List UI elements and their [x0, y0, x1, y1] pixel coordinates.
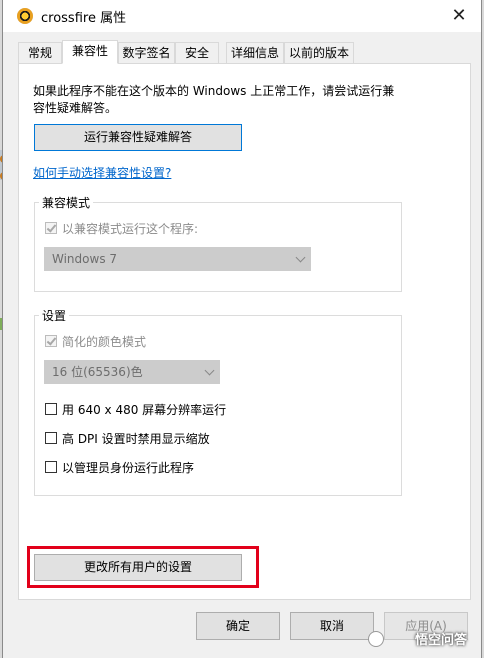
disable-dpi-scaling-checkbox[interactable] — [45, 432, 57, 444]
cancel-button[interactable]: 取消 — [290, 612, 374, 640]
compat-mode-checkbox[interactable] — [45, 222, 57, 234]
ok-button[interactable]: 确定 — [196, 612, 280, 640]
compat-mode-select[interactable]: Windows 7 — [44, 247, 311, 271]
compatibility-tab-panel: 如果此程序不能在这个版本的 Windows 上正常工作，请尝试运行兼 容性疑难解… — [18, 63, 471, 600]
intro-text-line1: 如果此程序不能在这个版本的 Windows 上正常工作，请尝试运行兼 — [33, 84, 395, 98]
reduced-color-checkbox[interactable] — [45, 335, 57, 347]
compat-mode-checkbox-label: 以兼容模式运行这个程序: — [62, 222, 199, 236]
tab-compatibility[interactable]: 兼容性 — [62, 40, 118, 64]
crossfire-app-icon — [17, 8, 33, 24]
run-as-admin-label: 以管理员身份运行此程序 — [62, 461, 195, 475]
reduced-color-label: 简化的颜色模式 — [62, 335, 147, 349]
settings-group-label: 设置 — [39, 307, 70, 324]
properties-dialog: crossfire 属性 ✕ 常规 兼容性 数字签名 安全 详细信息 以前的版本… — [2, 0, 482, 658]
run-compatibility-troubleshooter-button[interactable]: 运行兼容性疑难解答 — [34, 124, 242, 151]
watermark-logo-icon — [368, 631, 384, 647]
close-icon[interactable]: ✕ — [445, 4, 473, 28]
title-bar[interactable]: crossfire 属性 ✕ — [3, 0, 481, 32]
compat-mode-select-value: Windows 7 — [52, 252, 118, 266]
tab-details[interactable]: 详细信息 — [226, 42, 284, 63]
watermark-text: 悟空问答 — [414, 633, 467, 648]
color-depth-select-value: 16 位(65536)色 — [52, 365, 143, 379]
tab-previous-versions[interactable]: 以前的版本 — [284, 42, 354, 63]
chevron-down-icon — [295, 252, 306, 263]
color-depth-select[interactable]: 16 位(65536)色 — [44, 360, 220, 384]
intro-text-line2: 容性疑难解答。 — [33, 101, 118, 115]
run-as-admin-checkbox[interactable] — [45, 461, 57, 473]
tab-digital-signatures[interactable]: 数字签名 — [118, 42, 175, 63]
tab-general[interactable]: 常规 — [18, 42, 62, 63]
manual-compat-settings-link[interactable]: 如何手动选择兼容性设置? — [33, 164, 171, 181]
run-640x480-label: 用 640 x 480 屏幕分辨率运行 — [62, 403, 227, 417]
chevron-down-icon — [204, 365, 215, 376]
tab-security[interactable]: 安全 — [175, 42, 219, 63]
window-title: crossfire 属性 — [41, 11, 127, 26]
red-highlight-box — [27, 546, 259, 588]
disable-dpi-scaling-label: 高 DPI 设置时禁用显示缩放 — [62, 432, 210, 446]
compat-mode-group-label: 兼容模式 — [39, 194, 94, 211]
run-640x480-checkbox[interactable] — [45, 403, 57, 415]
